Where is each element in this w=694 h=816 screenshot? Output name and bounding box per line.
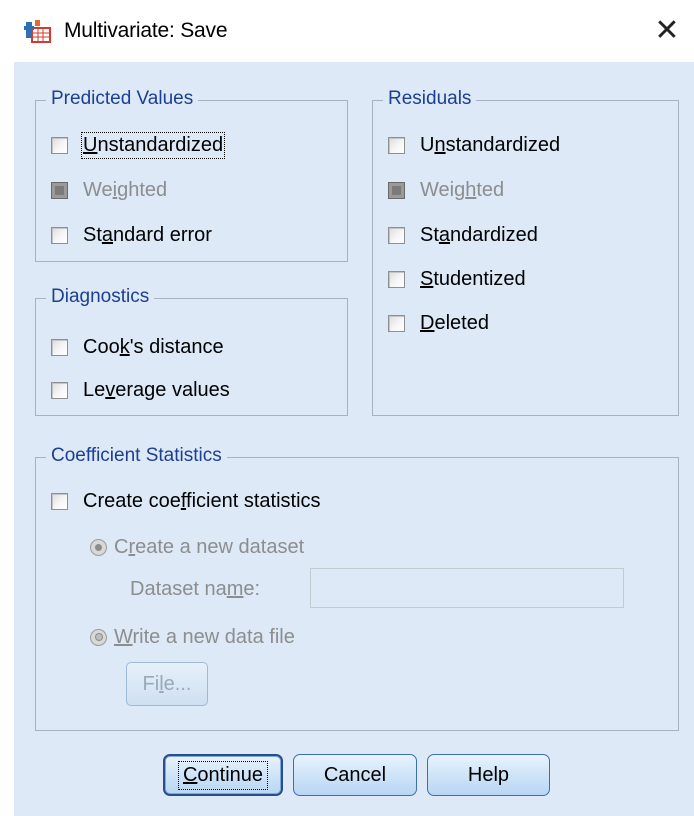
predicted-values-legend: Predicted Values — [46, 87, 199, 111]
create-coefficient-statistics-checkbox[interactable]: Create coefficient statistics — [51, 488, 321, 514]
checkbox-box[interactable] — [388, 270, 405, 288]
file-button: File... — [126, 662, 208, 706]
predicted-weighted-label: Weighted — [83, 178, 168, 201]
create-new-dataset-radio: Create a new dataset — [90, 534, 304, 560]
spss-app-icon — [24, 20, 51, 43]
dataset-name-label: Dataset name: — [130, 577, 261, 600]
residual-weighted-checkbox: Weighted — [388, 177, 504, 203]
continue-button[interactable]: Continue — [163, 754, 283, 796]
diagnostics-legend: Diagnostics — [46, 285, 155, 309]
predicted-weighted-checkbox: Weighted — [51, 177, 167, 203]
residuals-legend: Residuals — [383, 87, 477, 111]
close-button[interactable]: ✕ — [650, 14, 684, 48]
dialog-body: Predicted Values Unstandardized Weighted… — [14, 62, 694, 816]
checkbox-box[interactable] — [51, 338, 68, 356]
checkbox-box[interactable] — [388, 226, 405, 244]
leverage-values-label: Leverage values — [83, 378, 230, 401]
help-button[interactable]: Help — [427, 754, 550, 796]
checkbox-box — [51, 181, 68, 199]
residual-deleted-label: Deleted — [420, 311, 489, 334]
radio-selected-icon — [90, 538, 107, 556]
cooks-distance-checkbox[interactable]: Cook's distance — [51, 334, 224, 360]
cooks-distance-label: Cook's distance — [83, 335, 224, 358]
residual-unstandardized-label: Unstandardized — [420, 133, 561, 156]
radio-unselected-icon — [90, 628, 107, 646]
checkbox-box[interactable] — [51, 226, 68, 244]
write-new-data-file-radio: Write a new data file — [90, 624, 295, 650]
checkbox-box[interactable] — [388, 314, 405, 332]
residual-standardized-label: Standardized — [420, 223, 538, 246]
predicted-standard-error-label: Standard error — [83, 223, 212, 246]
checkbox-box — [388, 181, 405, 199]
close-icon: ✕ — [654, 14, 680, 47]
residual-weighted-label: Weighted — [420, 178, 505, 201]
residual-studentized-checkbox[interactable]: Studentized — [388, 266, 526, 292]
checkbox-box[interactable] — [388, 136, 405, 154]
predicted-unstandardized-checkbox[interactable]: Unstandardized — [51, 131, 226, 159]
predicted-unstandardized-label: Unstandardized — [80, 131, 226, 159]
write-new-data-file-label: Write a new data file — [114, 625, 295, 648]
predicted-standard-error-checkbox[interactable]: Standard error — [51, 222, 212, 248]
leverage-values-checkbox[interactable]: Leverage values — [51, 377, 230, 403]
window-title: Multivariate: Save — [64, 19, 228, 42]
title-bar: Multivariate: Save ✕ — [0, 0, 694, 62]
create-new-dataset-label: Create a new dataset — [114, 535, 305, 558]
coefficient-statistics-legend: Coefficient Statistics — [46, 444, 227, 468]
residual-studentized-label: Studentized — [420, 267, 526, 290]
checkbox-box[interactable] — [51, 492, 68, 510]
dataset-name-input — [310, 568, 624, 608]
cancel-button[interactable]: Cancel — [293, 754, 417, 796]
create-coefficient-statistics-label: Create coefficient statistics — [83, 489, 321, 512]
checkbox-box[interactable] — [51, 381, 68, 399]
residual-deleted-checkbox[interactable]: Deleted — [388, 310, 489, 336]
checkbox-box[interactable] — [51, 136, 68, 154]
residual-standardized-checkbox[interactable]: Standardized — [388, 222, 538, 248]
residual-unstandardized-checkbox[interactable]: Unstandardized — [388, 132, 560, 158]
